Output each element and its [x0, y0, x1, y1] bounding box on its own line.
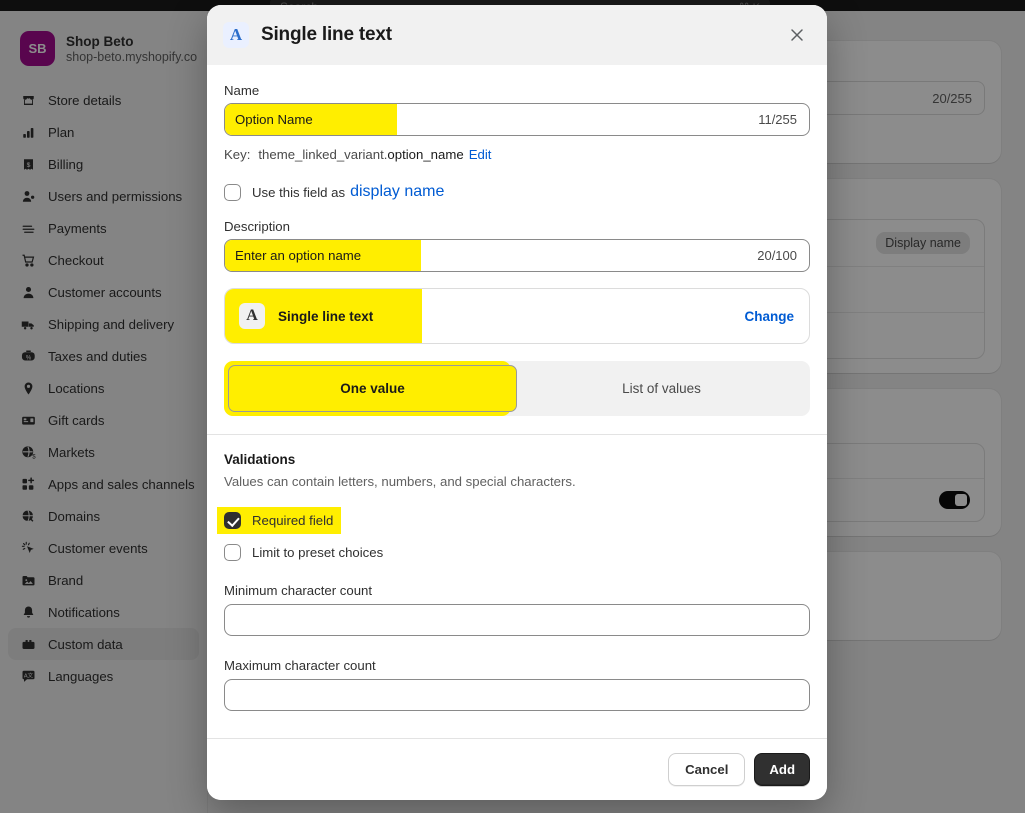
description-label: Description	[224, 219, 290, 234]
modal-body[interactable]: Name Option Name 11/255 Key: theme_linke…	[207, 65, 827, 738]
key-line: Key: theme_linked_variant.option_name Ed…	[224, 147, 810, 162]
min-char-count-label: Minimum character count	[224, 583, 373, 598]
field-type-name: Single line text	[278, 308, 374, 324]
single-line-text-modal: A Single line text Name Option Name 11/2…	[207, 5, 827, 800]
add-button[interactable]: Add	[754, 753, 810, 786]
key-edit-link[interactable]: Edit	[469, 147, 492, 162]
preset-choices-row[interactable]: Limit to preset choices	[224, 544, 810, 561]
name-input[interactable]: Option Name 11/255	[224, 103, 810, 136]
key-suffix: option_name	[387, 147, 464, 162]
display-name-checkbox[interactable]	[224, 183, 241, 201]
modal-footer: Cancel Add	[207, 738, 827, 800]
description-char-counter: 20/100	[757, 248, 797, 263]
key-label: Key:	[224, 147, 251, 162]
modal-title: Single line text	[261, 24, 392, 45]
max-char-count-input[interactable]	[224, 679, 810, 711]
display-name-checkbox-row[interactable]: Use this field as display name	[224, 183, 810, 201]
cancel-button[interactable]: Cancel	[668, 753, 746, 786]
display-name-checkbox-label: Use this field as	[252, 184, 346, 200]
required-field-row[interactable]: Required field	[217, 507, 810, 534]
description-section: Description Enter an option name 20/100 …	[207, 201, 827, 416]
key-prefix: theme_linked_variant.	[258, 147, 388, 162]
name-section: Name Option Name 11/255 Key: theme_linke…	[207, 65, 827, 201]
preset-choices-label: Limit to preset choices	[252, 545, 384, 560]
field-type-picker: A Single line text Change	[224, 288, 810, 344]
validations-title: Validations	[224, 452, 296, 467]
name-char-counter: 11/255	[758, 112, 797, 127]
tab-list-of-values[interactable]: List of values	[517, 365, 806, 412]
max-char-count-label: Maximum character count	[224, 658, 376, 673]
text-type-icon: A	[223, 22, 249, 48]
field-type-display: A Single line text	[225, 289, 422, 343]
change-type-button[interactable]: Change	[744, 309, 809, 324]
validations-description: Values can contain letters, numbers, and…	[224, 474, 576, 489]
close-icon[interactable]	[783, 21, 811, 49]
single-line-text-icon: A	[239, 303, 265, 329]
validations-section: Validations Values can contain letters, …	[207, 435, 827, 738]
name-input-value: Option Name	[225, 104, 397, 135]
name-label: Name	[224, 83, 260, 98]
value-mode-segmented-control: One value List of values	[224, 361, 810, 416]
required-field-label: Required field	[252, 513, 334, 528]
required-field-checkbox[interactable]	[224, 512, 241, 529]
modal-header: A Single line text	[207, 5, 827, 65]
description-input-value: Enter an option name	[225, 240, 421, 271]
min-char-count-input[interactable]	[224, 604, 810, 636]
display-name-link[interactable]: display name	[350, 183, 444, 201]
tab-one-value[interactable]: One value	[228, 365, 517, 412]
description-input[interactable]: Enter an option name 20/100	[224, 239, 810, 272]
preset-choices-checkbox[interactable]	[224, 544, 241, 561]
